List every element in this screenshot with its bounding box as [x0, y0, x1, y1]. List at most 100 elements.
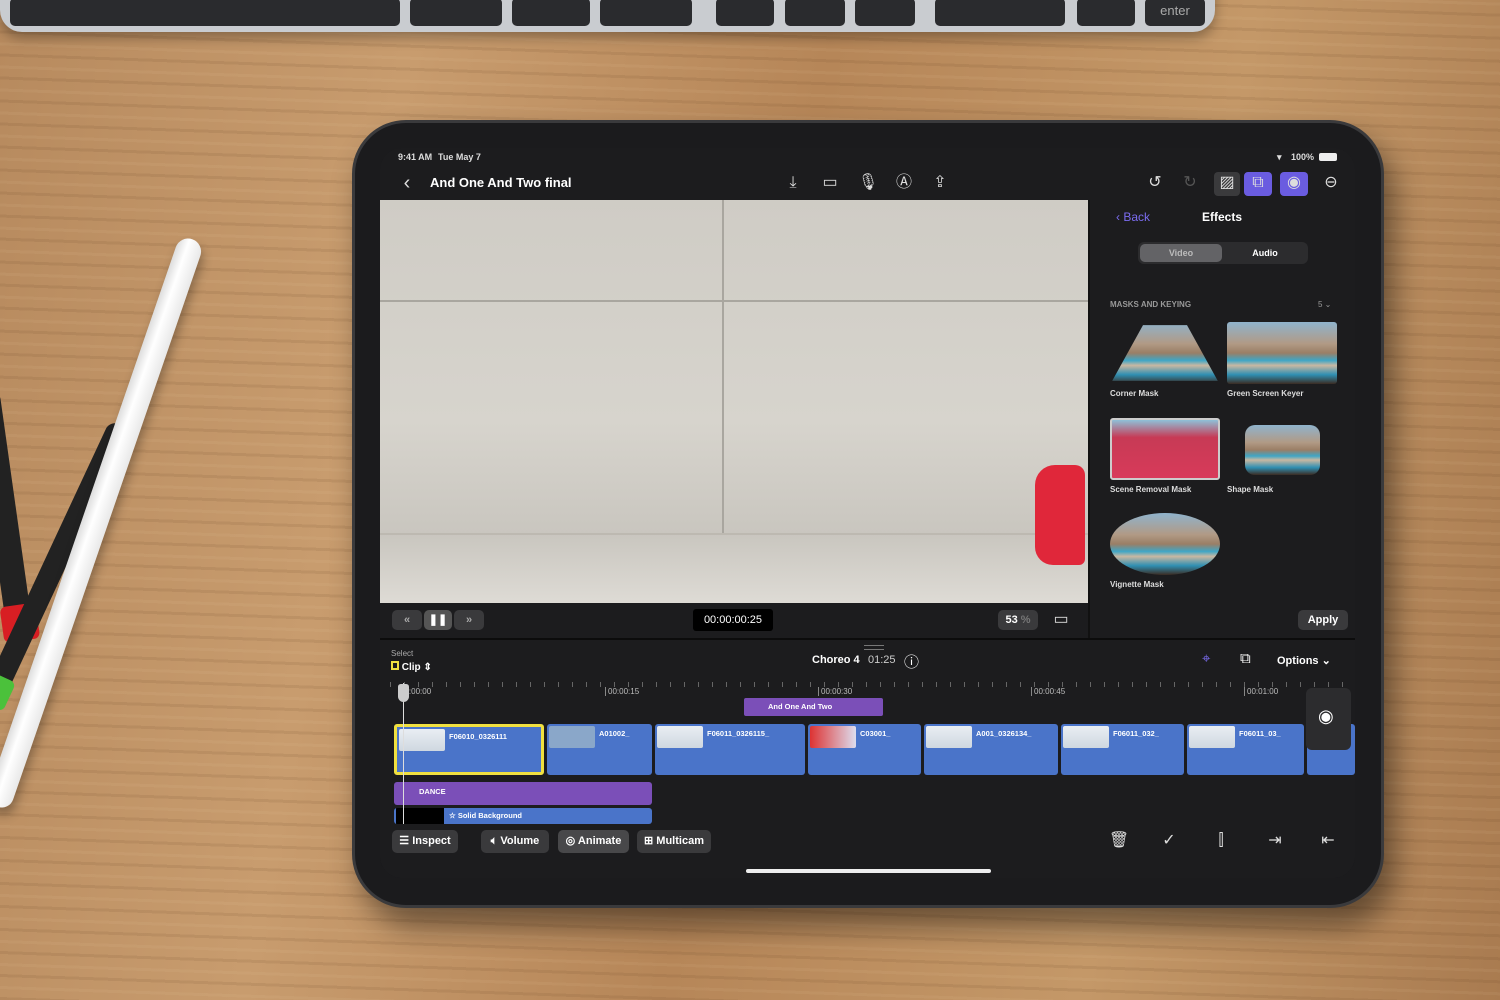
- clip-name: ☆ Solid Background: [449, 811, 522, 820]
- effect-shape-mask[interactable]: [1245, 425, 1320, 475]
- photos-icon[interactable]: ▨: [1214, 172, 1240, 196]
- multicam-label: Multicam: [656, 835, 704, 847]
- status-date: Tue May 7: [438, 152, 481, 162]
- video-audio-segmented-control: Video Audio: [1138, 242, 1308, 264]
- volume-button[interactable]: 🔈︎ Volume: [481, 830, 549, 853]
- ruler-tick: 00:00:30: [818, 687, 852, 696]
- playhead[interactable]: [403, 683, 404, 825]
- clip-view-icon[interactable]: ⧉: [1240, 650, 1251, 667]
- import-icon[interactable]: ⤓: [782, 172, 804, 194]
- ruler-tick: 00:01:00: [1244, 687, 1278, 696]
- select-mode-picker[interactable]: Clip ⇕: [391, 661, 432, 673]
- timecode-display: 00:00:00:25: [693, 609, 773, 631]
- effects-title: Effects: [1202, 210, 1243, 224]
- options-menu[interactable]: Options ⌄: [1277, 654, 1331, 667]
- project-name: Choreo 4: [812, 654, 860, 666]
- ipad-screen: 9:41 AM Tue May 7 ▾ 100% ‹ And One And T…: [380, 148, 1355, 878]
- battery-icon: [1319, 153, 1337, 161]
- section-header: MASKS AND KEYING: [1110, 300, 1192, 309]
- resize-handle[interactable]: [864, 645, 884, 650]
- animate-label: Animate: [577, 835, 622, 847]
- clip-name: C03001_: [860, 729, 891, 738]
- share-icon[interactable]: ⇪: [929, 172, 951, 194]
- viewer-options-icon[interactable]: ▭: [1050, 609, 1072, 631]
- section-count[interactable]: 5 ⌄: [1318, 300, 1331, 309]
- volume-label: Volume: [500, 835, 540, 847]
- dial-icon: ◉: [1318, 706, 1334, 726]
- inspect-button[interactable]: ☰ Inspect: [392, 830, 458, 853]
- title-clip[interactable]: And One And Two: [744, 698, 883, 716]
- split-icon[interactable]: ⫿: [1210, 830, 1232, 852]
- effects-browser-icon[interactable]: ⧉: [1244, 172, 1272, 196]
- apply-button[interactable]: Apply: [1298, 610, 1348, 630]
- trim-start-icon[interactable]: ⇥: [1264, 830, 1286, 852]
- timeline-clip[interactable]: A001_0326134_: [924, 724, 1058, 775]
- back-label: Back: [1123, 210, 1151, 224]
- effect-label: Green Screen Keyer: [1227, 389, 1304, 398]
- effects-back-button[interactable]: ‹ Back: [1116, 210, 1150, 224]
- pause-icon[interactable]: ❚❚: [424, 610, 452, 630]
- home-indicator[interactable]: [746, 869, 991, 873]
- timeline-clip[interactable]: A01002_: [547, 724, 652, 775]
- redo-icon[interactable]: ↻: [1179, 172, 1201, 194]
- tab-audio[interactable]: Audio: [1224, 244, 1306, 262]
- inspect-label: Inspect: [412, 835, 451, 847]
- ruler-tick: 00:00:15: [605, 687, 639, 696]
- zoom-unit: %: [1020, 614, 1031, 626]
- status-time: 9:41 AM: [398, 152, 433, 162]
- checkmark-icon[interactable]: ✓: [1158, 830, 1180, 852]
- playhead-handle[interactable]: [398, 684, 409, 702]
- timeline-clip[interactable]: F06011_0326115_: [655, 724, 805, 775]
- project-duration: 01:25: [868, 654, 896, 666]
- zoom-level-control[interactable]: 53 %: [998, 610, 1038, 630]
- timeline-clip[interactable]: F06011_032_: [1061, 724, 1184, 775]
- timeline-clip-selected[interactable]: F06010_0326111: [394, 724, 544, 775]
- zoom-value: 53: [1005, 614, 1018, 626]
- keyboard: enter: [0, 0, 1215, 32]
- effect-corner-mask[interactable]: [1112, 325, 1218, 381]
- inspector-icon[interactable]: ◉: [1280, 172, 1308, 196]
- effect-green-screen-keyer[interactable]: [1227, 322, 1337, 384]
- count: 5: [1318, 300, 1323, 309]
- clip-name: F06011_0326115_: [707, 729, 770, 738]
- more-icon[interactable]: ⊖: [1320, 172, 1342, 194]
- effects-panel: ‹ Back Effects Video Audio MASKS AND KEY…: [1088, 200, 1355, 638]
- effect-label: Scene Removal Mask: [1110, 485, 1192, 494]
- snapping-icon[interactable]: ⌖: [1202, 650, 1210, 667]
- animate-button[interactable]: ◎ Animate: [558, 830, 629, 853]
- clip-name: A001_0326134_: [976, 729, 1032, 738]
- effect-scene-removal-mask[interactable]: [1110, 418, 1220, 480]
- wifi-icon: ▾: [1277, 152, 1282, 162]
- select-mode: Clip: [401, 662, 421, 673]
- effect-label: Corner Mask: [1110, 389, 1159, 398]
- trash-icon[interactable]: 🗑︎: [1108, 830, 1130, 852]
- trim-end-icon[interactable]: ⇤: [1317, 830, 1339, 852]
- clip-name: F06010_0326111: [449, 732, 507, 741]
- undo-icon[interactable]: ↺: [1144, 172, 1166, 194]
- project-title: And One And Two final: [430, 175, 572, 190]
- multicam-button[interactable]: ⊞ Multicam: [637, 830, 711, 853]
- enter-key: enter: [1145, 0, 1205, 26]
- background-clip-label: Solid Background: [457, 811, 522, 820]
- timeline-zoom-control[interactable]: ◉: [1306, 688, 1351, 750]
- timeline-ruler[interactable]: [390, 682, 1355, 698]
- effect-label: Vignette Mask: [1110, 580, 1164, 589]
- video-viewer[interactable]: [380, 200, 1088, 603]
- back-chevron-icon[interactable]: ‹: [396, 172, 418, 194]
- timeline-clip[interactable]: F06011_03_: [1187, 724, 1304, 775]
- dance-clip[interactable]: DANCE: [394, 782, 652, 805]
- select-label: Select: [391, 649, 414, 658]
- voiceover-icon[interactable]: Ⓐ: [893, 172, 915, 194]
- solid-background-clip[interactable]: ☆ Solid Background: [394, 808, 652, 824]
- info-icon[interactable]: ⓘ: [904, 651, 919, 672]
- rewind-icon[interactable]: «: [392, 610, 422, 630]
- timeline-clip[interactable]: C03001_: [808, 724, 921, 775]
- effect-vignette-mask[interactable]: [1110, 513, 1220, 575]
- clip-name: A01002_: [599, 729, 630, 738]
- tab-video[interactable]: Video: [1140, 244, 1222, 262]
- fast-forward-icon[interactable]: »: [454, 610, 484, 630]
- dancer-figure: [1035, 465, 1085, 565]
- camera-icon[interactable]: ▭: [819, 172, 841, 194]
- ruler-tick: 00:00:45: [1031, 687, 1065, 696]
- microphone-icon[interactable]: 🎙︎: [857, 172, 879, 194]
